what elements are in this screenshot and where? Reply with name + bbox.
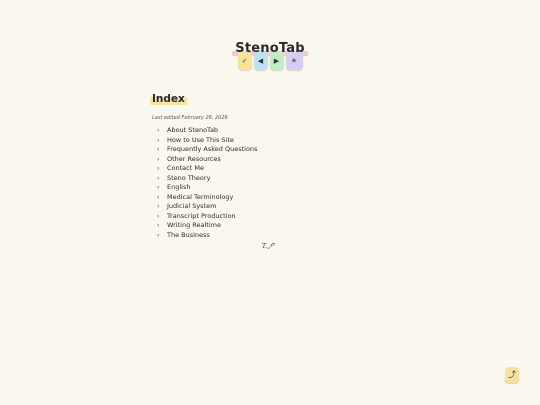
chevron-right-icon: ›: [157, 184, 160, 191]
index-list-item[interactable]: › Frequently Asked Questions: [157, 145, 257, 155]
check-icon[interactable]: ✓: [237, 52, 252, 70]
theme-toggle-icon[interactable]: ☀: [285, 52, 303, 70]
index-link[interactable]: Writing Realtime: [167, 221, 221, 229]
chevron-right-icon: ›: [157, 155, 160, 163]
index-link[interactable]: The Business: [167, 231, 210, 239]
index-list-item[interactable]: › Contact Me: [157, 164, 257, 174]
chevron-right-icon: ›: [157, 203, 160, 210]
index-list-item[interactable]: › About StenoTab: [157, 126, 257, 136]
previous-icon[interactable]: ◀: [253, 52, 268, 70]
index-link[interactable]: Judicial System: [167, 202, 216, 210]
index-list-item[interactable]: › The Business: [157, 231, 257, 241]
chevron-right-icon: ›: [157, 174, 160, 182]
chevron-right-icon: ›: [157, 222, 160, 229]
chevron-right-icon: ›: [157, 146, 160, 153]
index-link[interactable]: Medical Terminology: [167, 193, 233, 201]
index-list: › About StenoTab › How to Use This Site › Fre…: [157, 126, 257, 240]
chevron-right-icon: ›: [157, 127, 160, 134]
chevron-right-icon: ›: [157, 165, 160, 172]
index-link[interactable]: About StenoTab: [167, 126, 218, 134]
index-list-item[interactable]: › Transcript Production: [157, 212, 257, 222]
chevron-right-icon: ›: [157, 231, 160, 239]
index-link[interactable]: Other Resources: [167, 155, 221, 163]
index-link[interactable]: How to Use This Site: [167, 136, 234, 144]
index-link[interactable]: English: [167, 183, 190, 191]
chevron-right-icon: ›: [157, 193, 160, 201]
index-list-item[interactable]: › Other Resources: [157, 155, 257, 165]
scroll-to-top-button[interactable]: ⤴: [505, 367, 519, 383]
index-list-item[interactable]: › Judicial System: [157, 202, 257, 212]
index-link[interactable]: Steno Theory: [167, 174, 210, 182]
index-link[interactable]: Frequently Asked Questions: [167, 145, 257, 153]
scroll-to-top-icon: ⤴: [508, 370, 516, 379]
index-link[interactable]: Contact Me: [167, 164, 204, 172]
index-list-item[interactable]: › Medical Terminology: [157, 193, 257, 203]
index-link[interactable]: Transcript Production: [167, 212, 236, 220]
index-list-item[interactable]: › How to Use This Site: [157, 136, 257, 146]
index-list-item[interactable]: › Steno Theory: [157, 174, 257, 184]
index-heading: Index: [150, 92, 187, 105]
chevron-right-icon: ›: [157, 136, 160, 144]
toolbar: ✓ ◀ ▶ ☀: [0, 52, 540, 70]
next-icon[interactable]: ▶: [269, 52, 284, 70]
chevron-right-icon: ›: [157, 212, 160, 220]
signature: T.🖊: [262, 243, 275, 250]
index-list-item[interactable]: › English: [157, 183, 257, 193]
index-list-item[interactable]: › Writing Realtime: [157, 221, 257, 231]
last-edited: Last edited February 28, 2026: [152, 115, 228, 121]
